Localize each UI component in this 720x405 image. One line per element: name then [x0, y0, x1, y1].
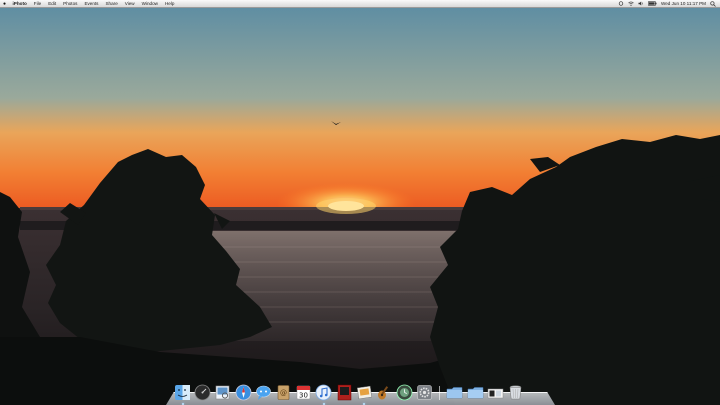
ichat-icon[interactable] — [255, 384, 272, 401]
itunes-running-indicator — [322, 402, 325, 405]
itunes-icon[interactable] — [315, 384, 332, 405]
system-preferences-icon[interactable] — [416, 384, 433, 401]
menu-photos[interactable]: Photos — [60, 1, 81, 6]
iphoto-icon[interactable] — [356, 384, 373, 405]
dock: @ 30 — [166, 377, 555, 405]
menu-events[interactable]: Events — [81, 1, 102, 6]
calendar-icon[interactable]: 30 — [295, 384, 312, 401]
menu-window[interactable]: Window — [138, 1, 161, 6]
dashboard-icon[interactable] — [194, 384, 211, 401]
sync-icon[interactable] — [618, 1, 624, 6]
menu-file[interactable]: File — [30, 1, 44, 6]
safari-icon[interactable] — [235, 384, 252, 401]
volume-icon[interactable] — [638, 1, 644, 6]
applications-folder-icon[interactable] — [446, 384, 463, 401]
apple-menu-icon[interactable]: ● — [0, 1, 9, 7]
downloads-stack-icon[interactable] — [487, 384, 504, 401]
menu-view[interactable]: View — [121, 1, 138, 6]
calendar-date: 30 — [299, 392, 308, 400]
time-machine-icon[interactable] — [396, 384, 413, 401]
garageband-icon[interactable] — [376, 384, 393, 401]
documents-folder-icon[interactable] — [467, 384, 484, 401]
sunset-photo — [0, 7, 720, 405]
address-book-icon[interactable]: @ — [275, 384, 292, 401]
desktop-wallpaper — [0, 7, 720, 405]
menu-share[interactable]: Share — [102, 1, 121, 6]
menu-app-name[interactable]: iPhoto — [9, 1, 30, 6]
svg-text:@: @ — [280, 389, 287, 397]
spotlight-icon[interactable] — [710, 0, 716, 7]
status-area: Wed Jun 10 11:17 PM — [614, 0, 720, 7]
photo-booth-icon[interactable] — [336, 384, 353, 401]
preview-icon[interactable] — [214, 384, 231, 401]
menu-help[interactable]: Help — [161, 1, 177, 6]
dock-separator — [439, 386, 441, 400]
menu-bar: ● iPhoto File Edit Photos Events Share V… — [0, 0, 720, 8]
finder-running-indicator — [181, 402, 184, 405]
finder-icon[interactable] — [174, 384, 191, 405]
dock-icons: @ 30 — [174, 381, 527, 405]
iphoto-running-indicator — [363, 402, 366, 405]
menu-clock[interactable]: Wed Jun 10 11:17 PM — [661, 1, 706, 6]
wifi-icon[interactable] — [628, 1, 634, 6]
battery-icon[interactable] — [648, 1, 657, 6]
menu-edit[interactable]: Edit — [45, 1, 60, 6]
trash-icon[interactable] — [507, 384, 524, 401]
